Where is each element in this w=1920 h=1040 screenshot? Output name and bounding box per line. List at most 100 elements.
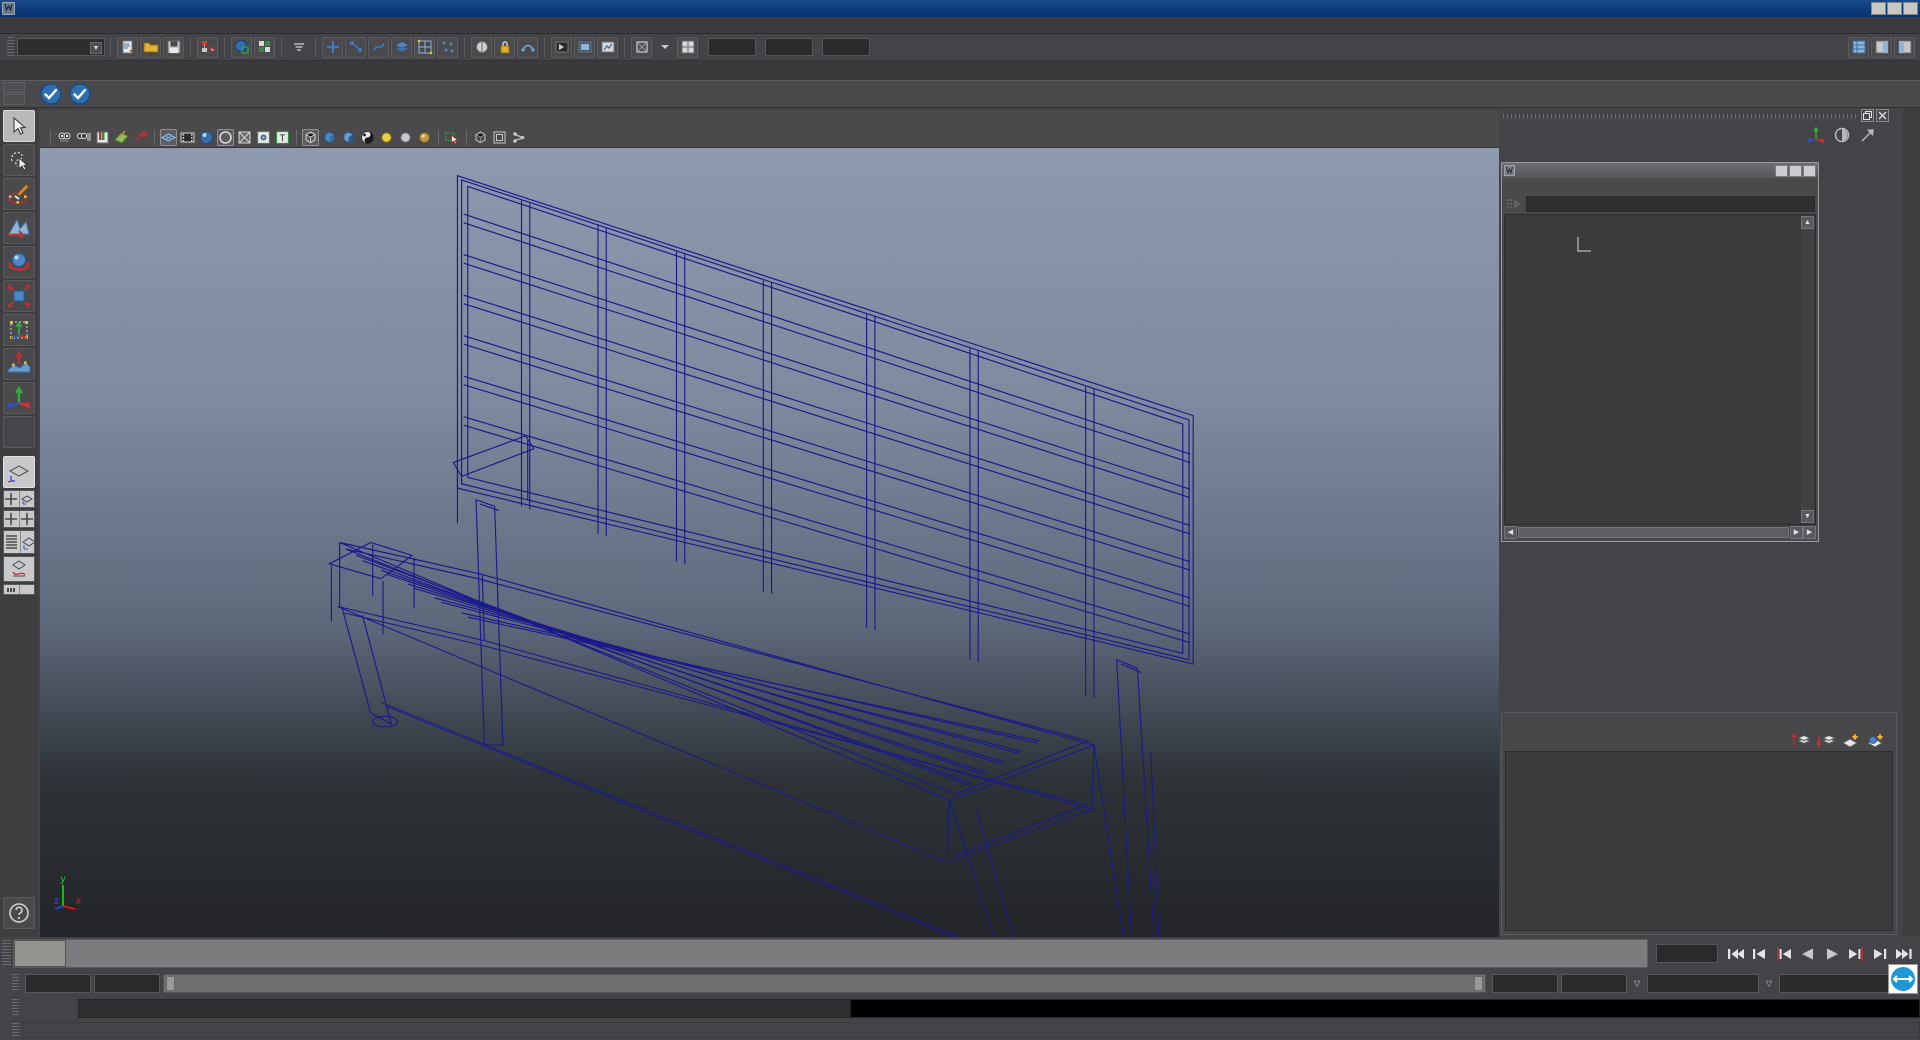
resolution-gate-icon[interactable] bbox=[198, 129, 215, 146]
make-live-icon[interactable] bbox=[437, 36, 458, 58]
restore-icon[interactable] bbox=[1861, 109, 1874, 122]
render-globals-icon[interactable] bbox=[471, 36, 492, 58]
xray-joints-icon[interactable] bbox=[255, 129, 272, 146]
anim-layer-chevron-icon[interactable]: ▽ bbox=[1762, 974, 1776, 993]
outliner-filter-icon[interactable] bbox=[1505, 196, 1523, 212]
show-hide-attribute-editor-icon[interactable] bbox=[1871, 36, 1892, 58]
shelf-item-check-1[interactable] bbox=[38, 82, 63, 107]
camera-attributes-icon[interactable] bbox=[75, 129, 92, 146]
two-d-pan-zoom-icon[interactable] bbox=[132, 129, 149, 146]
snap-to-grid-icon[interactable] bbox=[322, 36, 343, 58]
anim-start-field[interactable] bbox=[25, 973, 91, 993]
exposure-icon[interactable] bbox=[510, 129, 527, 146]
smooth-shade-all-icon[interactable] bbox=[321, 129, 338, 146]
xray-mode-icon[interactable] bbox=[472, 129, 489, 146]
current-time-indicator[interactable] bbox=[14, 940, 66, 967]
scroll-left-arrow-icon[interactable]: ◀ bbox=[1504, 525, 1517, 539]
lock-icon[interactable] bbox=[494, 36, 515, 58]
shelf-item-check-2[interactable] bbox=[67, 82, 92, 107]
universal-manipulator-tool[interactable] bbox=[3, 314, 35, 346]
selection-mode-dropdown[interactable]: ▼ bbox=[17, 38, 105, 56]
range-row-grip[interactable] bbox=[12, 974, 19, 992]
gate-mask-icon[interactable] bbox=[217, 129, 234, 146]
film-gate-icon[interactable] bbox=[179, 129, 196, 146]
character-set-field[interactable] bbox=[1779, 973, 1895, 993]
step-back-key-icon[interactable] bbox=[1773, 944, 1795, 964]
outliner-maximize-button[interactable] bbox=[1789, 164, 1802, 177]
render-current-frame-icon[interactable] bbox=[551, 36, 572, 58]
wireframe-shading-icon[interactable] bbox=[302, 129, 319, 146]
soft-modification-tool[interactable] bbox=[3, 348, 35, 380]
last-tool-used[interactable] bbox=[3, 382, 35, 414]
anim-end-field[interactable] bbox=[1561, 973, 1627, 993]
select-tool[interactable] bbox=[3, 110, 35, 142]
show-hide-tool-settings-icon[interactable] bbox=[1894, 36, 1915, 58]
snap-to-curve-icon[interactable] bbox=[345, 36, 366, 58]
toolbar-grip[interactable] bbox=[7, 37, 14, 57]
snap-to-grid-construction-icon[interactable] bbox=[414, 36, 435, 58]
time-slider-grip[interactable] bbox=[2, 940, 11, 967]
four-view-layout[interactable] bbox=[4, 491, 20, 507]
open-scene-icon[interactable] bbox=[140, 36, 161, 58]
image-plane-icon[interactable] bbox=[113, 129, 130, 146]
shadows-icon[interactable] bbox=[416, 129, 433, 146]
use-default-light-icon[interactable] bbox=[397, 129, 414, 146]
playback-options-chevron-icon[interactable]: ▽ bbox=[1630, 974, 1644, 993]
move-layer-down-icon[interactable] bbox=[1816, 732, 1836, 748]
toggle-cameras-icon[interactable] bbox=[631, 36, 652, 58]
paint-select-tool[interactable] bbox=[3, 178, 35, 210]
attribute-editor-icon[interactable] bbox=[1833, 126, 1851, 144]
snap-to-point-icon[interactable] bbox=[368, 36, 389, 58]
select-camera-icon[interactable] bbox=[56, 129, 73, 146]
outliner-vertical-scrollbar[interactable]: ▲ ▼ bbox=[1801, 216, 1814, 523]
perspective-viewport[interactable]: y z x bbox=[40, 148, 1499, 937]
close-icon[interactable] bbox=[1876, 109, 1889, 122]
anim-layer-field[interactable] bbox=[1647, 973, 1759, 993]
use-all-lights-icon[interactable] bbox=[378, 129, 395, 146]
help-tool[interactable] bbox=[3, 897, 35, 929]
single-perspective-layout[interactable] bbox=[3, 456, 35, 488]
outliner-minimize-button[interactable] bbox=[1775, 164, 1788, 177]
new-layer-from-selected-icon[interactable] bbox=[1866, 732, 1886, 748]
time-slider[interactable] bbox=[13, 939, 1648, 968]
scale-tool[interactable] bbox=[3, 280, 35, 312]
tool-blank[interactable] bbox=[3, 416, 35, 448]
current-time-field[interactable] bbox=[1656, 944, 1718, 963]
persp-graph-layout-alt[interactable] bbox=[20, 585, 35, 594]
step-forward-key-icon[interactable] bbox=[1845, 944, 1867, 964]
step-forward-frame-icon[interactable] bbox=[1869, 944, 1891, 964]
tool-settings-icon[interactable] bbox=[1859, 126, 1877, 144]
coord-z-field[interactable] bbox=[822, 38, 870, 56]
new-layer-icon[interactable] bbox=[1841, 732, 1861, 748]
scroll-down-arrow-icon[interactable]: ▼ bbox=[1801, 510, 1814, 523]
range-end-handle[interactable] bbox=[1474, 975, 1483, 991]
construction-history-icon[interactable] bbox=[517, 36, 538, 58]
ipr-render-icon[interactable] bbox=[574, 36, 595, 58]
layer-list[interactable] bbox=[1505, 751, 1893, 931]
bookmark-icon[interactable] bbox=[94, 129, 111, 146]
snap-to-view-plane-icon[interactable] bbox=[391, 36, 412, 58]
range-start-field[interactable] bbox=[94, 973, 160, 993]
xray-icon[interactable] bbox=[236, 129, 253, 146]
minimize-button[interactable] bbox=[1871, 2, 1886, 15]
show-hide-channel-box-icon[interactable] bbox=[1848, 36, 1869, 58]
layout-row-4[interactable] bbox=[3, 556, 35, 582]
move-tool[interactable] bbox=[3, 212, 35, 244]
maximize-button[interactable] bbox=[1887, 2, 1902, 15]
hypergraph-persp-layout[interactable] bbox=[4, 557, 34, 581]
two-pane-side-layout[interactable] bbox=[4, 511, 20, 527]
quick-help-button[interactable] bbox=[1888, 964, 1918, 994]
close-button[interactable] bbox=[1903, 2, 1918, 15]
range-slider[interactable] bbox=[163, 973, 1486, 993]
move-layer-up-icon[interactable] bbox=[1791, 732, 1811, 748]
go-to-start-icon[interactable] bbox=[1725, 944, 1747, 964]
command-output[interactable] bbox=[850, 998, 1920, 1018]
command-line-grip[interactable] bbox=[12, 999, 19, 1017]
shelf-options-box[interactable] bbox=[3, 82, 33, 105]
outliner-close-button[interactable] bbox=[1803, 164, 1816, 177]
play-forwards-icon[interactable] bbox=[1821, 944, 1843, 964]
input-field-mode-icon[interactable] bbox=[677, 36, 698, 58]
range-start-handle[interactable] bbox=[166, 975, 175, 991]
scroll-up-arrow-icon[interactable]: ▲ bbox=[1801, 216, 1814, 229]
help-line-grip[interactable] bbox=[12, 1023, 19, 1037]
